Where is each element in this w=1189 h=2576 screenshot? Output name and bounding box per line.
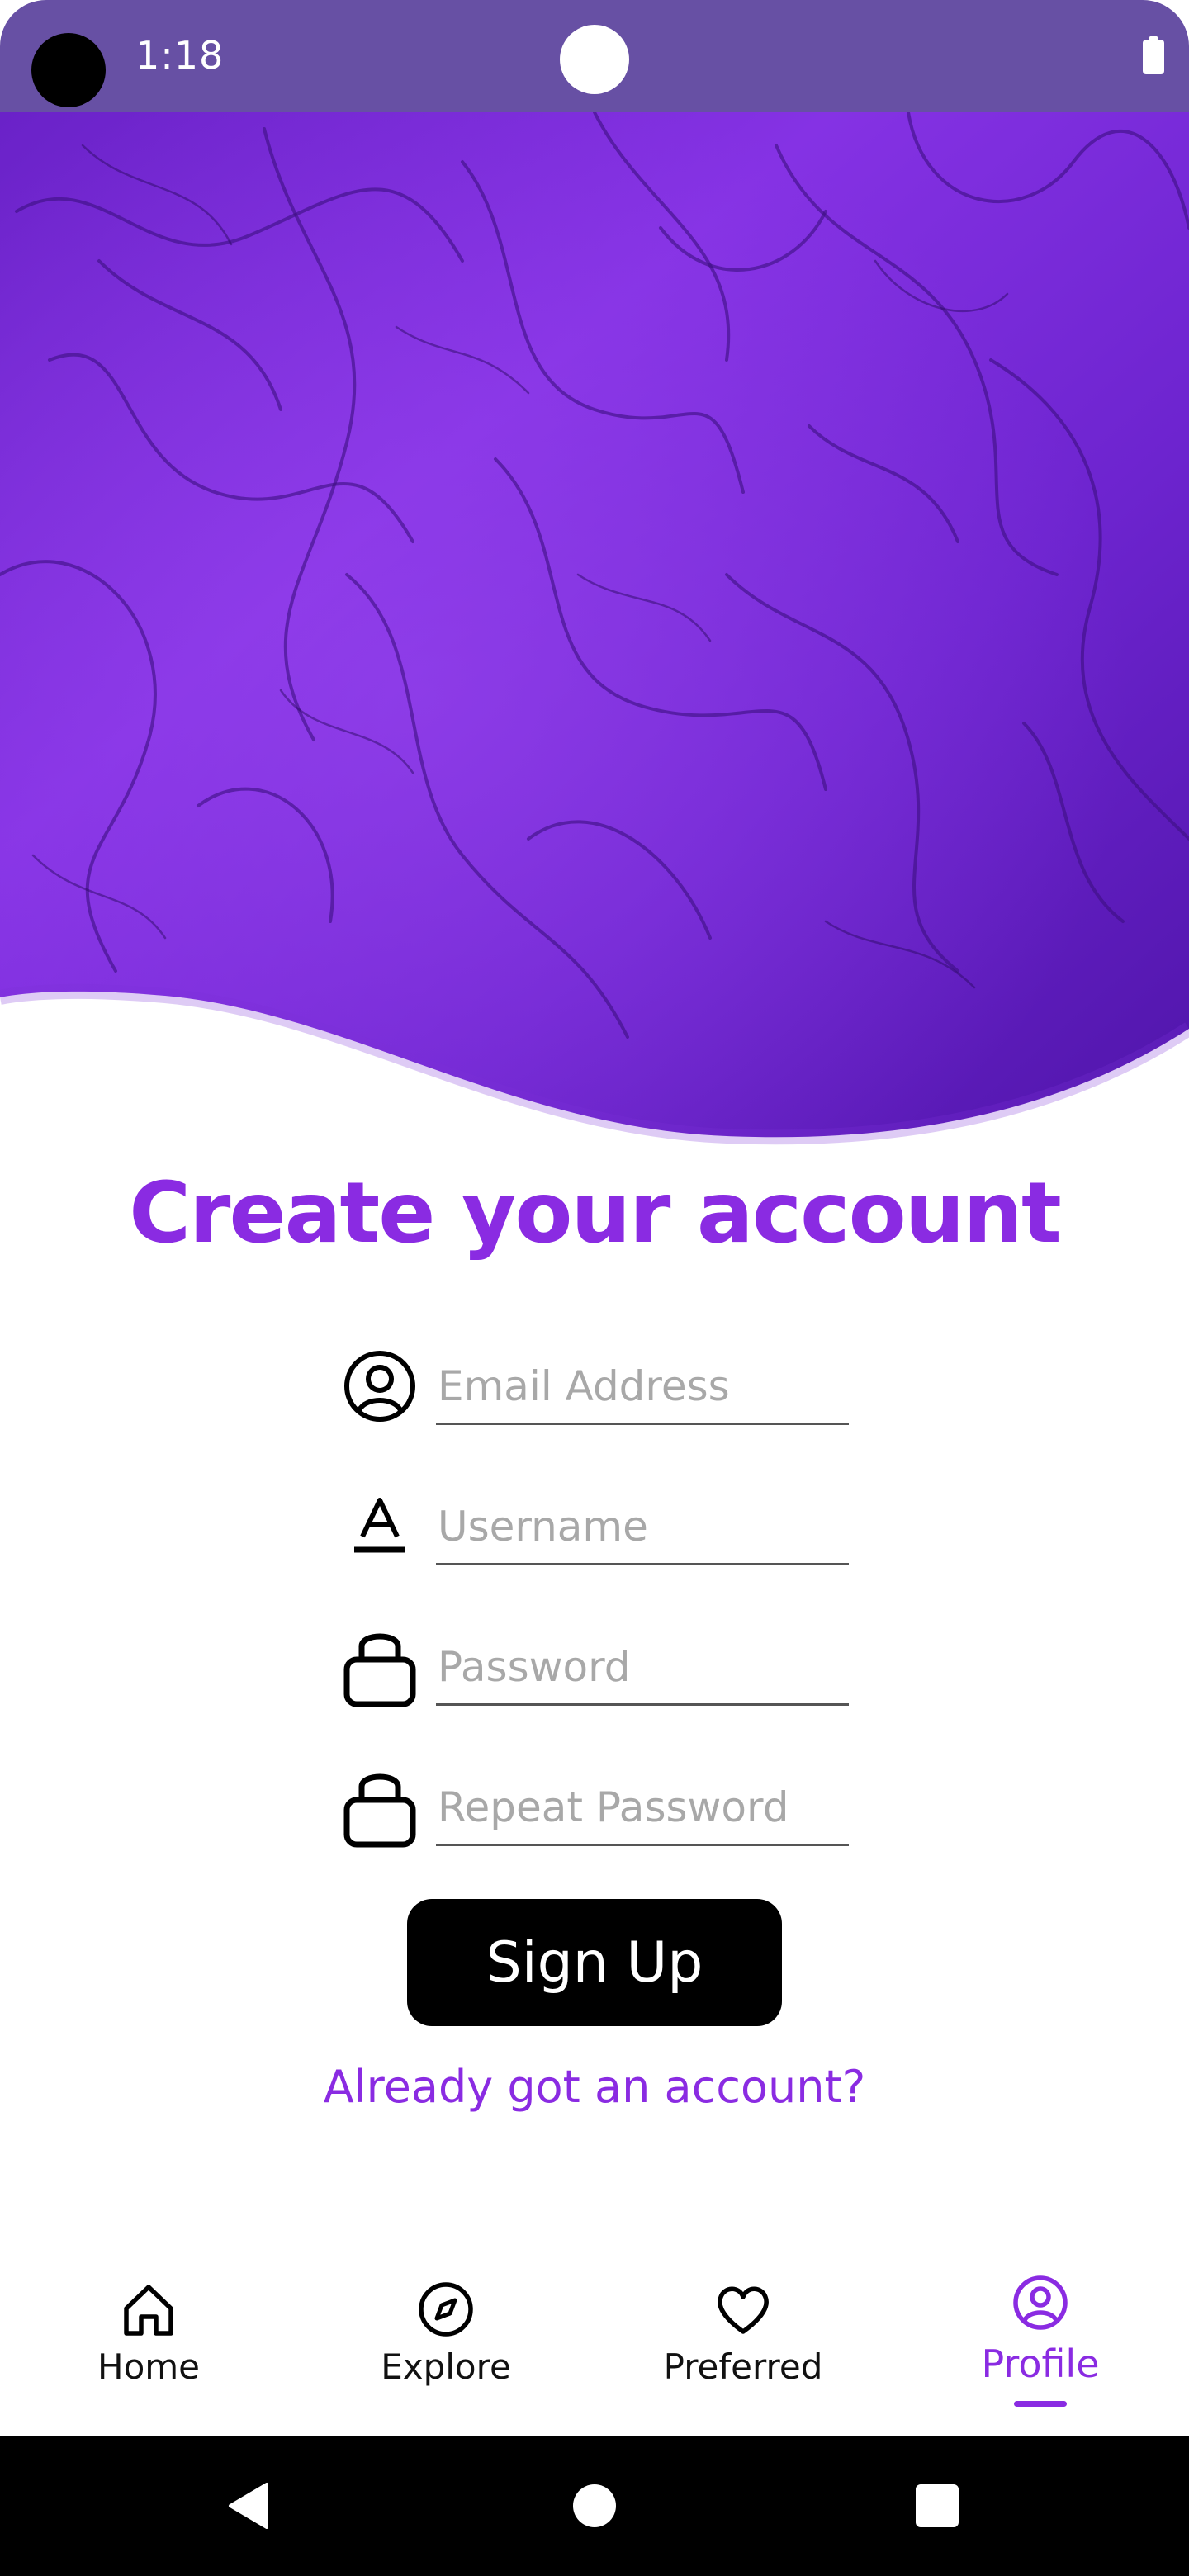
text-format-icon (339, 1481, 421, 1572)
nav-label-home: Home (97, 2346, 201, 2387)
nav-label-explore: Explore (381, 2346, 511, 2387)
username-row (339, 1478, 850, 1577)
lock-icon (339, 1618, 421, 1709)
nav-label-profile: Profile (981, 2342, 1100, 2386)
nav-item-home[interactable]: Home (0, 2262, 297, 2436)
page-title: Create your account (129, 1164, 1061, 1262)
password-field[interactable] (436, 1635, 849, 1706)
battery-icon (1143, 36, 1164, 74)
nav-label-preferred: Preferred (663, 2346, 823, 2387)
home-circle-icon[interactable] (557, 2469, 632, 2543)
password-row (339, 1618, 850, 1717)
heart-icon (718, 2286, 769, 2334)
status-time: 1:18 (135, 33, 225, 78)
camera-cutout (31, 33, 106, 107)
bottom-navigation: Home Explore Preferred Profile (0, 2262, 1189, 2436)
repeat-password-field[interactable] (436, 1775, 849, 1846)
hero-image (0, 112, 1189, 1169)
recents-icon[interactable] (900, 2469, 974, 2543)
sign-up-button[interactable]: Sign Up (407, 1899, 782, 2026)
system-navigation-bar (0, 2436, 1189, 2576)
nav-item-preferred[interactable]: Preferred (594, 2262, 892, 2436)
nav-item-profile[interactable]: Profile (892, 2262, 1189, 2436)
lock-icon (339, 1759, 421, 1849)
active-tab-indicator (1014, 2401, 1067, 2407)
back-icon[interactable] (211, 2469, 286, 2543)
signup-screen: 1:18 Create your account Email Address U… (0, 0, 1189, 2576)
nav-item-explore[interactable]: Explore (297, 2262, 594, 2436)
login-link[interactable]: Already got an account? (0, 2061, 1189, 2113)
home-icon (124, 2285, 173, 2336)
user-circle-icon (339, 1341, 421, 1432)
compass-icon (419, 2282, 473, 2337)
user-circle-icon (1013, 2275, 1068, 2330)
status-bar: 1:18 (0, 0, 1189, 112)
repeat-password-row (339, 1759, 850, 1858)
notification-dot-icon (560, 25, 629, 94)
username-field[interactable] (436, 1494, 849, 1565)
email-field[interactable] (436, 1354, 849, 1425)
email-row (339, 1338, 850, 1437)
